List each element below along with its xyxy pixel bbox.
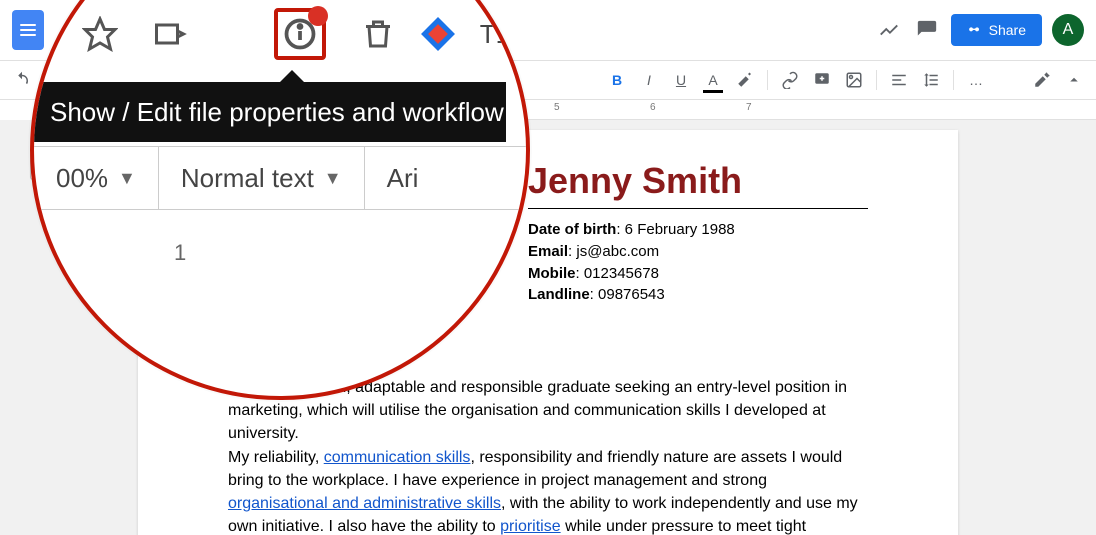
paragraph-style-selector[interactable]: Normal text ▼ xyxy=(159,147,365,209)
move-icon[interactable] xyxy=(152,14,188,54)
dob-value: : 6 February 1988 xyxy=(616,221,734,238)
account-avatar[interactable]: A xyxy=(1052,14,1084,46)
share-label: Share xyxy=(989,22,1026,38)
ruler-mark: 5 xyxy=(554,102,560,113)
line-spacing-button[interactable] xyxy=(917,66,945,94)
magnifier-ruler: 1 xyxy=(94,230,526,276)
ruler-mark: 7 xyxy=(746,102,752,113)
email-label: Email xyxy=(528,243,568,260)
mobile-value: : 012345678 xyxy=(576,265,659,282)
landline-label: Landline xyxy=(528,286,590,303)
zoom-value: 00% xyxy=(56,163,108,194)
trash-icon[interactable] xyxy=(360,14,396,54)
add-comment-button[interactable] xyxy=(808,66,836,94)
font-value: Ari xyxy=(387,163,419,194)
document-title-partial[interactable]: T1 - xyxy=(480,19,526,50)
magnifier-overlay: T1 - Show / Edit file properties and wor… xyxy=(30,0,530,400)
link-organisational-skills[interactable]: organisational and administrative skills xyxy=(228,495,501,512)
resume-name: Jenny Smith xyxy=(528,160,868,202)
ruler-number: 1 xyxy=(174,240,186,266)
chevron-down-icon: ▼ xyxy=(118,168,136,189)
notification-badge xyxy=(308,6,328,26)
italic-button[interactable]: I xyxy=(635,66,663,94)
profile-body: I am a motivated, adaptable and responsi… xyxy=(228,376,868,535)
share-button[interactable]: Share xyxy=(951,14,1042,46)
bold-button[interactable]: B xyxy=(603,66,631,94)
link-communication-skills[interactable]: communication skills xyxy=(324,449,471,466)
zoom-selector[interactable]: 00% ▼ xyxy=(34,147,159,209)
magnifier-icon-row: T1 - xyxy=(34,2,526,66)
hide-menus-button[interactable] xyxy=(1060,66,1088,94)
style-value: Normal text xyxy=(181,163,314,194)
insert-image-button[interactable] xyxy=(840,66,868,94)
addon-diamond-icon[interactable] xyxy=(430,17,446,51)
profile-p2a: My reliability, xyxy=(228,449,324,466)
chevron-down-icon: ▼ xyxy=(324,168,342,189)
comments-icon[interactable] xyxy=(913,16,941,44)
insert-link-button[interactable] xyxy=(776,66,804,94)
underline-button[interactable]: U xyxy=(667,66,695,94)
ruler-mark: 6 xyxy=(650,102,656,113)
more-button[interactable]: … xyxy=(962,66,990,94)
link-prioritise[interactable]: prioritise xyxy=(500,518,560,535)
dob-label: Date of birth xyxy=(528,221,616,238)
star-icon[interactable] xyxy=(82,14,118,54)
undo-button[interactable] xyxy=(8,66,36,94)
text-color-button[interactable]: A xyxy=(699,66,727,94)
avatar-letter: A xyxy=(1063,21,1074,39)
file-properties-tooltip: Show / Edit file properties and workflow xyxy=(34,82,506,142)
email-value: : js@abc.com xyxy=(568,243,659,260)
magnifier-style-row: 00% ▼ Normal text ▼ Ari xyxy=(34,146,526,210)
file-properties-button[interactable] xyxy=(274,8,326,60)
mobile-label: Mobile xyxy=(528,265,576,282)
align-button[interactable] xyxy=(885,66,913,94)
activity-icon[interactable] xyxy=(875,16,903,44)
font-selector[interactable]: Ari xyxy=(365,147,441,209)
editing-mode-button[interactable] xyxy=(1028,66,1056,94)
highlight-button[interactable] xyxy=(731,66,759,94)
contact-block: Date of birth: 6 February 1988 Email: js… xyxy=(528,208,868,306)
landline-value: : 09876543 xyxy=(590,286,665,303)
